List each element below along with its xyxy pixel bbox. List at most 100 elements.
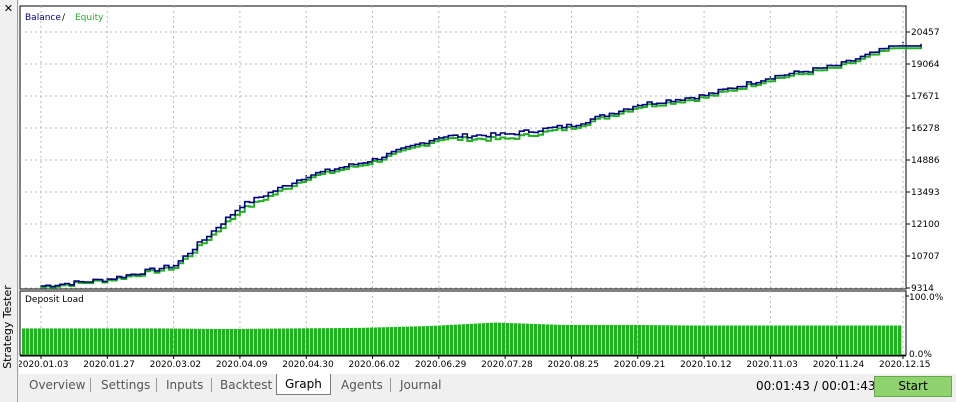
deposit-load-bar bbox=[894, 325, 898, 355]
deposit-load-bar bbox=[202, 328, 206, 355]
deposit-load-bar bbox=[218, 328, 222, 355]
deposit-load-bar bbox=[586, 324, 590, 355]
deposit-load-bar bbox=[506, 322, 510, 355]
tab-overview[interactable]: Overview bbox=[21, 376, 94, 394]
deposit-load-bar bbox=[266, 328, 270, 355]
deposit-load-bar bbox=[414, 326, 418, 355]
balance-point bbox=[371, 158, 374, 161]
deposit-load-bar bbox=[866, 325, 870, 355]
deposit-load-bar bbox=[838, 325, 842, 355]
deposit-load-bar bbox=[122, 328, 126, 355]
equity-point bbox=[636, 106, 639, 108]
deposit-load-bar bbox=[166, 328, 170, 355]
deposit-load-bar bbox=[118, 328, 122, 355]
deposit-load-bar bbox=[50, 328, 54, 355]
deposit-load-bar bbox=[426, 326, 430, 355]
deposit-load-bar bbox=[742, 325, 746, 355]
deposit-load-bar bbox=[594, 324, 598, 355]
x-tick-label: 2020.10.12 bbox=[680, 360, 732, 370]
deposit-load-bar bbox=[718, 325, 722, 355]
deposit-load-bar bbox=[826, 325, 830, 355]
x-tick-label: 2020.12.15 bbox=[879, 360, 931, 370]
deposit-load-bar bbox=[566, 324, 570, 355]
deposit-load-bar bbox=[734, 325, 738, 355]
tab-settings[interactable]: Settings bbox=[93, 376, 158, 394]
deposit-load-bar bbox=[690, 325, 694, 355]
tab-inputs[interactable]: Inputs bbox=[158, 376, 211, 394]
tab-separator bbox=[156, 378, 157, 392]
deposit-load-bar bbox=[638, 324, 642, 355]
deposit-load-bar bbox=[814, 325, 818, 355]
deposit-load-bar bbox=[630, 324, 634, 355]
deposit-load-bar bbox=[138, 328, 142, 355]
x-tick-label: 2020.01.03 bbox=[19, 360, 69, 370]
deposit-load-bar bbox=[246, 328, 250, 355]
deposit-load-bar bbox=[494, 322, 498, 355]
close-icon[interactable]: ✕ bbox=[3, 3, 14, 14]
deposit-load-bar bbox=[538, 324, 542, 355]
deposit-load-bar bbox=[878, 325, 882, 355]
deposit-load-bar bbox=[842, 325, 846, 355]
deposit-load-bar bbox=[658, 325, 662, 355]
deposit-load-title: Deposit Load bbox=[25, 295, 84, 305]
deposit-load-bar bbox=[206, 328, 210, 355]
balance-point bbox=[172, 264, 175, 267]
x-tick-label: 2020.11.24 bbox=[813, 360, 865, 370]
deposit-load-bar bbox=[846, 325, 850, 355]
deposit-load-bar bbox=[314, 328, 318, 355]
deposit-load-bar bbox=[546, 324, 550, 355]
deposit-load-bar bbox=[674, 325, 678, 355]
deposit-load-bar bbox=[602, 324, 606, 355]
deposit-load-bar bbox=[330, 328, 334, 355]
deposit-load-bar bbox=[618, 324, 622, 355]
deposit-load-bar bbox=[490, 322, 494, 355]
deposit-load-bar bbox=[698, 325, 702, 355]
deposit-load-bar bbox=[102, 328, 106, 355]
start-button[interactable]: Start bbox=[874, 376, 952, 397]
legend-equity-label: Equity bbox=[75, 13, 104, 23]
deposit-load-bar bbox=[370, 327, 374, 355]
y-tick-label: 10707 bbox=[911, 252, 940, 262]
tab-backtest[interactable]: Backtest bbox=[212, 376, 280, 394]
deposit-load-bar bbox=[834, 325, 838, 355]
deposit-load-bar bbox=[98, 328, 102, 355]
x-tick-label: 2020.04.09 bbox=[216, 360, 268, 370]
deposit-load-bar bbox=[22, 328, 26, 355]
deposit-load-bar bbox=[502, 322, 506, 355]
deposit-load-bar bbox=[446, 325, 450, 355]
tab-graph[interactable]: Graph bbox=[276, 374, 331, 395]
deposit-load-bar bbox=[182, 328, 186, 355]
deposit-load-bar bbox=[550, 324, 554, 355]
deposit-load-bar bbox=[434, 325, 438, 355]
x-tick-label: 2020.11.03 bbox=[746, 360, 798, 370]
deposit-load-bar bbox=[518, 323, 522, 355]
panel-title: Strategy Tester bbox=[1, 285, 14, 369]
deposit-load-bar bbox=[226, 329, 230, 355]
deposit-load-bar bbox=[486, 322, 490, 355]
deposit-load-bar bbox=[870, 325, 874, 355]
balance-point bbox=[570, 124, 573, 127]
deposit-load-bar bbox=[114, 328, 118, 355]
equity-point bbox=[769, 78, 772, 81]
deposit-load-bar bbox=[606, 324, 610, 355]
balance-point bbox=[504, 133, 506, 136]
deposit-load-bar bbox=[190, 328, 194, 355]
deposit-load-bar bbox=[178, 328, 182, 355]
deposit-y-tick-label: 0.0% bbox=[909, 350, 932, 360]
equity-point bbox=[438, 138, 440, 140]
tab-agents[interactable]: Agents bbox=[333, 376, 391, 394]
deposit-load-bar bbox=[470, 323, 474, 355]
deposit-load-bar bbox=[326, 328, 330, 355]
deposit-load-bar bbox=[186, 328, 190, 355]
deposit-load-bar bbox=[686, 325, 690, 355]
deposit-load-bar bbox=[778, 325, 782, 355]
elapsed-timer: 00:01:43 / 00:01:43 bbox=[756, 379, 876, 393]
main-plot-frame bbox=[19, 5, 907, 290]
deposit-load-bar bbox=[714, 325, 718, 355]
deposit-load-bar bbox=[534, 323, 538, 355]
tab-journal[interactable]: Journal bbox=[392, 376, 450, 394]
deposit-load-bar bbox=[158, 328, 162, 355]
deposit-load-bar bbox=[350, 327, 354, 355]
deposit-load-bar bbox=[682, 325, 686, 355]
y-tick-label: 14886 bbox=[911, 156, 940, 166]
